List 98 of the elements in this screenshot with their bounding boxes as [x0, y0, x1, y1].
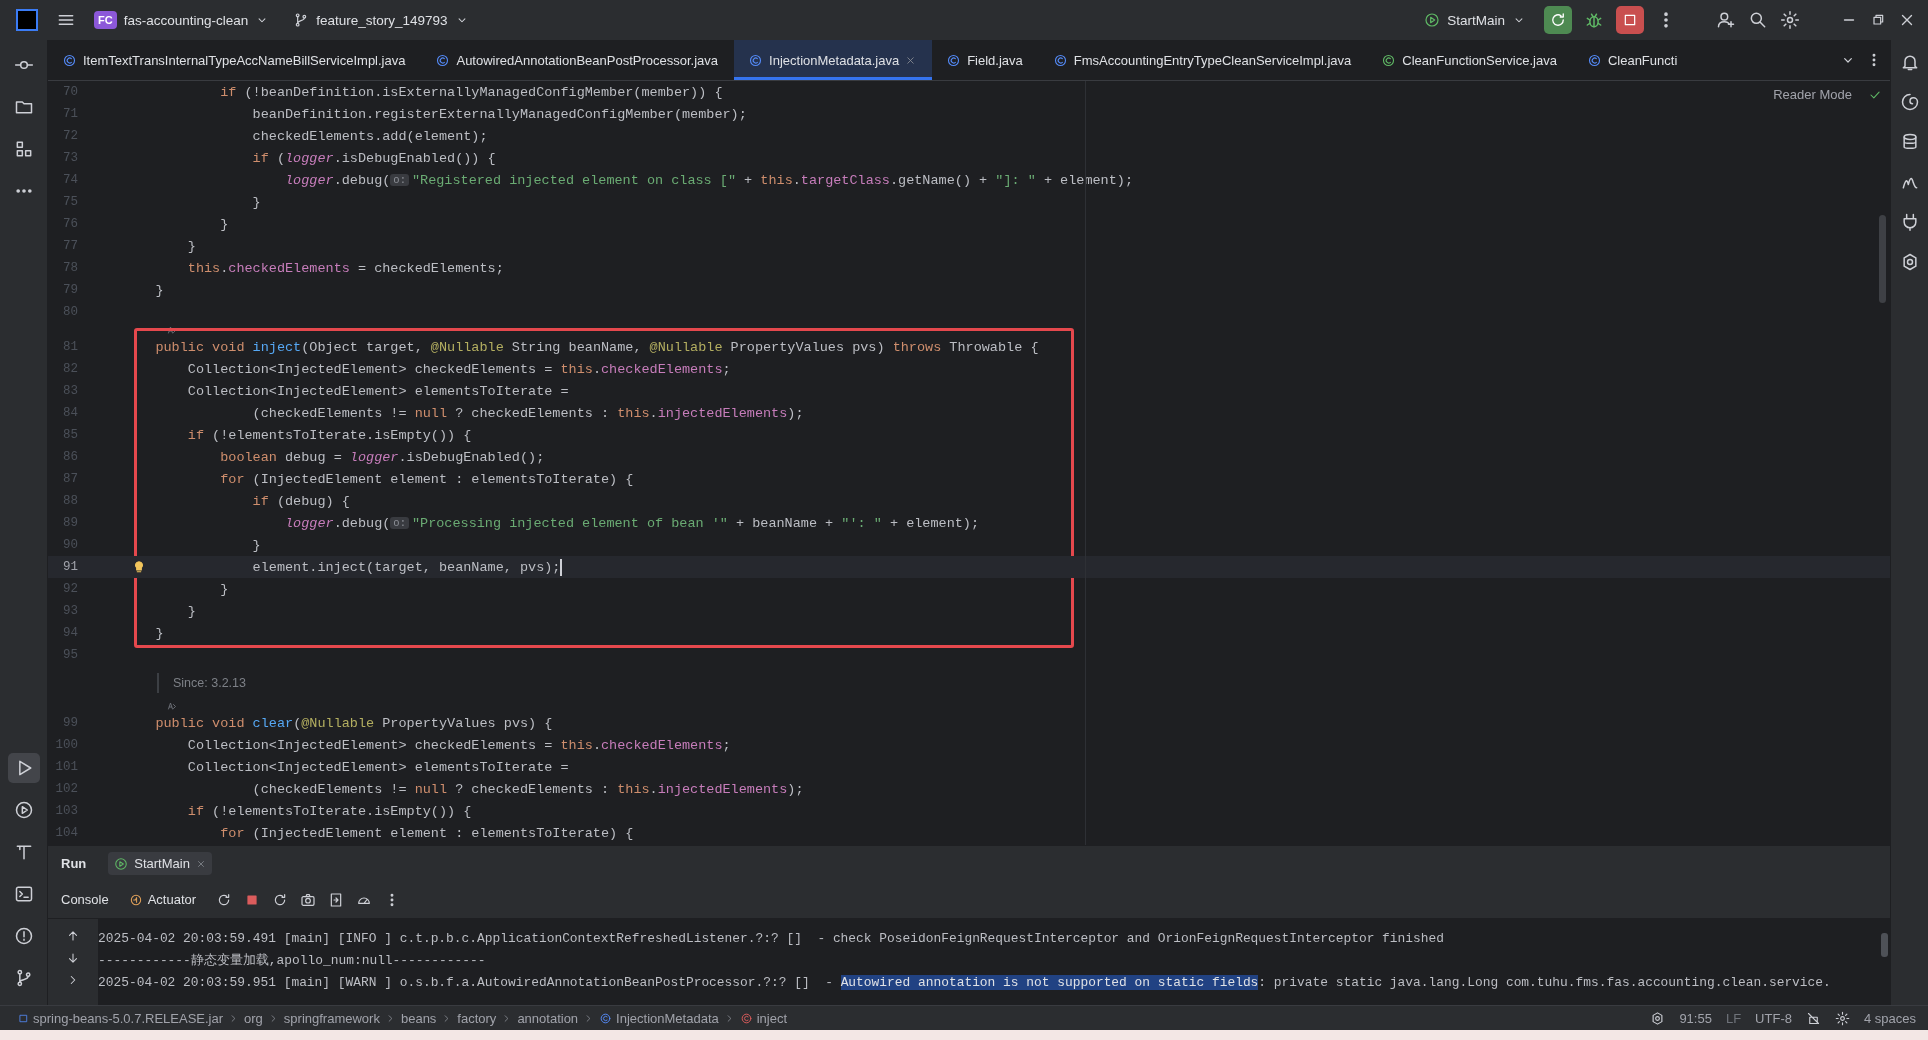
- code-line: }: [187, 603, 196, 619]
- branch-selector[interactable]: feature_story_149793: [287, 8, 475, 32]
- editor-tab[interactable]: Field.java: [932, 40, 1039, 80]
- code-line: if (debug) {: [252, 493, 350, 509]
- doc-comment: Since: 3.2.13: [157, 672, 246, 693]
- rerun-button[interactable]: [1544, 6, 1572, 34]
- stop-button[interactable]: [1616, 6, 1644, 34]
- scrollbar-thumb[interactable]: [1879, 215, 1886, 303]
- terminal-icon[interactable]: [13, 884, 34, 904]
- file-encoding[interactable]: UTF-8: [1755, 1010, 1792, 1026]
- code-line: element.inject(target, beanName, pvs);: [252, 558, 563, 576]
- class-icon: [599, 1011, 613, 1025]
- class-icon: [946, 52, 962, 68]
- spiral-icon[interactable]: [1899, 92, 1920, 112]
- panel-title: Run: [61, 856, 87, 871]
- bug-icon[interactable]: [1584, 10, 1604, 30]
- editor-tab[interactable]: InjectionMetadata.java: [734, 40, 933, 80]
- breadcrumb[interactable]: beans: [400, 1010, 437, 1026]
- run-config-icon: [114, 856, 129, 871]
- stop-icon: [1622, 12, 1638, 28]
- class-icon: [1586, 52, 1602, 68]
- code-line: beanDefinition.registerExternallyManagedConfigMember(member);: [252, 106, 747, 122]
- gear-icon[interactable]: [1834, 1010, 1850, 1026]
- code-line: }: [252, 537, 261, 553]
- run-tab[interactable]: StartMain: [108, 852, 212, 875]
- indent-setting[interactable]: 4 spaces: [1863, 1010, 1916, 1026]
- reader-mode-link[interactable]: Reader Mode: [1773, 87, 1852, 102]
- code-line: }: [252, 194, 261, 210]
- search-icon[interactable]: [1748, 10, 1768, 30]
- interface-icon: [1381, 52, 1397, 68]
- class-icon: [748, 52, 764, 68]
- code-line: if (!elementsToIterate.isEmpty()) {: [187, 803, 472, 819]
- code-line: (checkedElements != null ? checkedElements : this.injectedElements);: [252, 405, 804, 421]
- method-icon: [739, 1011, 753, 1025]
- code-line: logger.debug( o: "Registered injected element on class [" + this.targetClass.getName() + "]: " + element);: [285, 172, 1134, 188]
- breadcrumb[interactable]: spring-beans-5.0.7.RELEASE.jar: [18, 1010, 224, 1026]
- problems-icon[interactable]: [13, 926, 34, 946]
- console-line: ------------静态变量加载,apollo_num:null------------: [98, 951, 486, 970]
- breadcrumb[interactable]: InjectionMetadata: [599, 1010, 719, 1026]
- down-arrow-icon[interactable]: [66, 951, 80, 965]
- actuator-icon: [128, 892, 143, 907]
- code-line: this.checkedElements = checkedElements;: [187, 260, 504, 276]
- breadcrumb[interactable]: springframework: [283, 1010, 380, 1026]
- hexagon-icon[interactable]: [1650, 1010, 1666, 1026]
- breadcrumb[interactable]: inject: [739, 1010, 788, 1026]
- code-line: public void inject(Object target, @Nullable String beanName, @Nullable PropertyValues pvs) throws Throwable {: [155, 339, 1039, 355]
- code-line: Collection<InjectedElement> elementsToIterate =: [187, 759, 569, 775]
- console-line: 2025-04-02 20:03:59.951 [main] [WARN ] o.s.b.f.a.AutowiredAnnotationBeanPostProcessor.?:? [] - Autowired annotation is not supported on static fields: private static java.lang.Long com.tuhu.fms.fas.accounting.clean.service.: [98, 973, 1831, 992]
- scrollbar-thumb[interactable]: [1881, 933, 1888, 957]
- rerun-icon: [1549, 11, 1567, 29]
- code-line: if (logger.isDebugEnabled()) {: [252, 150, 496, 166]
- services-icon[interactable]: [13, 800, 34, 820]
- editor-tab[interactable]: AutowiredAnnotationBeanPostProcessor.java: [421, 40, 735, 80]
- breadcrumb[interactable]: org: [244, 1010, 263, 1026]
- code-line: }: [155, 625, 164, 641]
- code-line: logger.debug( o: "Processing injected element of bean '" + beanName + "': " + element);: [285, 515, 980, 531]
- editor-tab[interactable]: CleanFunctionService.java: [1367, 40, 1573, 80]
- code-line: if (!elementsToIterate.isEmpty()) {: [187, 427, 472, 443]
- editor-tab[interactable]: CleanFuncti: [1572, 40, 1694, 80]
- class-icon: [435, 52, 451, 68]
- project-selector[interactable]: FC fas-accounting-clean: [88, 7, 276, 33]
- run-config-icon: [1424, 12, 1441, 28]
- no-lock-icon[interactable]: [1805, 1010, 1821, 1026]
- code-line: }: [155, 282, 164, 298]
- code-line: for (InjectedElement element : elementsToIterate) {: [220, 825, 634, 841]
- console-line: 2025-04-02 20:03:59.491 [main] [INFO ] c.t.p.b.c.ApplicationContextRefreshedListener.?:? [] - check PoseidonFeignRequestInterceptor and OrionFeignRequestInterceptor finished: [98, 929, 1444, 948]
- app-logo-icon[interactable]: [16, 9, 38, 31]
- up-arrow-icon[interactable]: [66, 929, 80, 943]
- camera-icon[interactable]: [300, 891, 317, 908]
- add-user-icon[interactable]: [1716, 10, 1736, 30]
- code-line: Collection<InjectedElement> checkedElements = this.checkedElements;: [187, 361, 731, 377]
- breadcrumb[interactable]: annotation: [517, 1010, 579, 1026]
- code-line: Collection<InjectedElement> elementsToIterate =: [187, 383, 569, 399]
- code-line: (checkedElements != null ? checkedElements : this.injectedElements);: [252, 781, 804, 797]
- cursor-position[interactable]: 91:55: [1679, 1010, 1712, 1026]
- class-icon: [1052, 52, 1068, 68]
- code-line: checkedElements.add(element);: [252, 128, 488, 144]
- text-cursor: [560, 558, 563, 576]
- editor-tab[interactable]: FmsAccountingEntryTypeCleanServiceImpl.java: [1038, 40, 1368, 80]
- jar-icon: [18, 1012, 29, 1024]
- settings-icon[interactable]: [1780, 10, 1800, 30]
- class-icon: [62, 52, 77, 68]
- breadcrumb[interactable]: factory: [457, 1010, 497, 1026]
- line-number: 91: [62, 560, 78, 574]
- editor-tab[interactable]: ItemTextTransInternalTypeAccNameBillServiceImpl.java: [48, 40, 422, 80]
- view-tab[interactable]: Actuator: [128, 892, 197, 907]
- code-line: }: [187, 238, 196, 254]
- run-configuration-selector[interactable]: StartMain: [1418, 8, 1532, 32]
- code-line: for (InjectedElement element : elementsToIterate) {: [220, 471, 634, 487]
- code-line: public void clear(@Nullable PropertyValues pvs) {: [155, 715, 553, 731]
- code-line: }: [220, 581, 229, 597]
- view-tab[interactable]: Console: [61, 892, 109, 907]
- code-line: if (!beanDefinition.isExternallyManagedConfigMember(member)) {: [220, 84, 723, 100]
- restore-icon[interactable]: [1870, 12, 1886, 28]
- code-line: boolean debug = logger.isDebugEnabled();: [220, 449, 545, 465]
- code-line: Collection<InjectedElement> checkedElements = this.checkedElements;: [187, 737, 731, 753]
- code-line: }: [220, 216, 229, 232]
- lightbulb-icon[interactable]: [132, 560, 146, 574]
